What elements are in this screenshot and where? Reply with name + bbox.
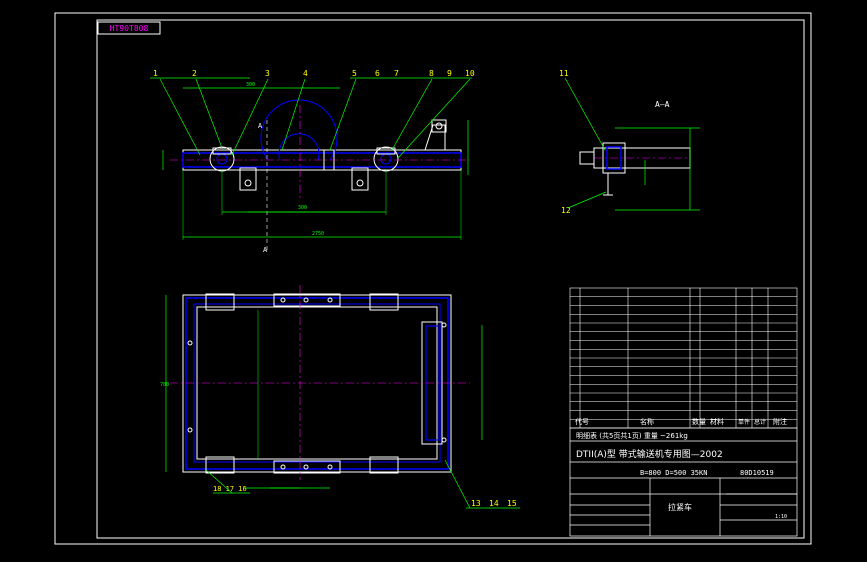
section-title: A—A	[655, 100, 670, 109]
svg-text:11: 11	[559, 69, 569, 78]
weight-row: 明细表 (共5页共1页) 重量 ~261kg	[576, 431, 688, 440]
svg-text:材料: 材料	[710, 417, 724, 426]
svg-text:10: 10	[465, 69, 475, 78]
svg-text:13: 13	[471, 499, 481, 508]
svg-text:4: 4	[303, 69, 308, 78]
plan-bottom-plate	[273, 460, 341, 474]
svg-text:3: 3	[265, 69, 270, 78]
spec-line: B=800 D=500 35KN	[640, 469, 707, 477]
part-name: 拉紧车	[668, 502, 692, 512]
hanger-left	[239, 167, 257, 191]
svg-text:15: 15	[507, 499, 517, 508]
svg-text:14: 14	[489, 499, 499, 508]
pulley-arc	[260, 99, 338, 161]
svg-text:300: 300	[246, 82, 255, 88]
svg-text:代号: 代号	[575, 417, 589, 426]
svg-text:数量: 数量	[692, 417, 706, 426]
svg-text:名称: 名称	[640, 417, 654, 426]
svg-text:2: 2	[192, 69, 197, 78]
plan-wheel-tr	[369, 293, 399, 311]
code-tag-text: HT90T808	[110, 24, 149, 33]
cad-drawing-sheet: HT90T808 A A 300 300 2750 1 2 3 4 5 6 7 …	[54, 12, 812, 545]
frame-outer	[182, 294, 452, 473]
svg-text:1: 1	[153, 69, 158, 78]
title-block	[569, 427, 798, 537]
svg-text:18 17 16: 18 17 16	[213, 485, 247, 493]
main-title: DTII(A)型 带式输送机专用图—2002	[576, 448, 723, 460]
hanger-right	[351, 167, 369, 191]
outer-frame	[54, 12, 812, 545]
svg-text:8: 8	[429, 69, 434, 78]
scale: 1:10	[775, 514, 787, 520]
leader-lines-top	[150, 77, 472, 159]
svg-text:9: 9	[447, 69, 452, 78]
callouts-top: 1 2 3 4 5 6 7 8 9 10	[153, 69, 475, 78]
section-view-aa: A—A 11 12	[559, 69, 700, 215]
parts-list-table	[569, 287, 798, 429]
svg-text:700: 700	[160, 382, 169, 388]
svg-text:300: 300	[298, 205, 307, 211]
svg-text:5: 5	[352, 69, 357, 78]
elevation-view: A A 300 300 2750	[162, 82, 470, 254]
svg-text:2750: 2750	[312, 231, 324, 237]
svg-text:附注: 附注	[773, 417, 787, 426]
svg-text:总计: 总计	[754, 418, 766, 426]
parts-list-header: 代号 名称 数量 材料 单件 总计 附注	[575, 417, 787, 426]
svg-text:7: 7	[394, 69, 399, 78]
plan-wheel-tl	[205, 293, 235, 311]
svg-text:6: 6	[375, 69, 380, 78]
svg-text:单件: 单件	[738, 418, 750, 426]
drawing-number: 80D10519	[740, 469, 774, 477]
drawing-code-tag: HT90T808	[97, 21, 161, 35]
plan-view: 700 18 17 16 13 14 15	[160, 285, 520, 509]
end-bracket	[424, 124, 446, 151]
